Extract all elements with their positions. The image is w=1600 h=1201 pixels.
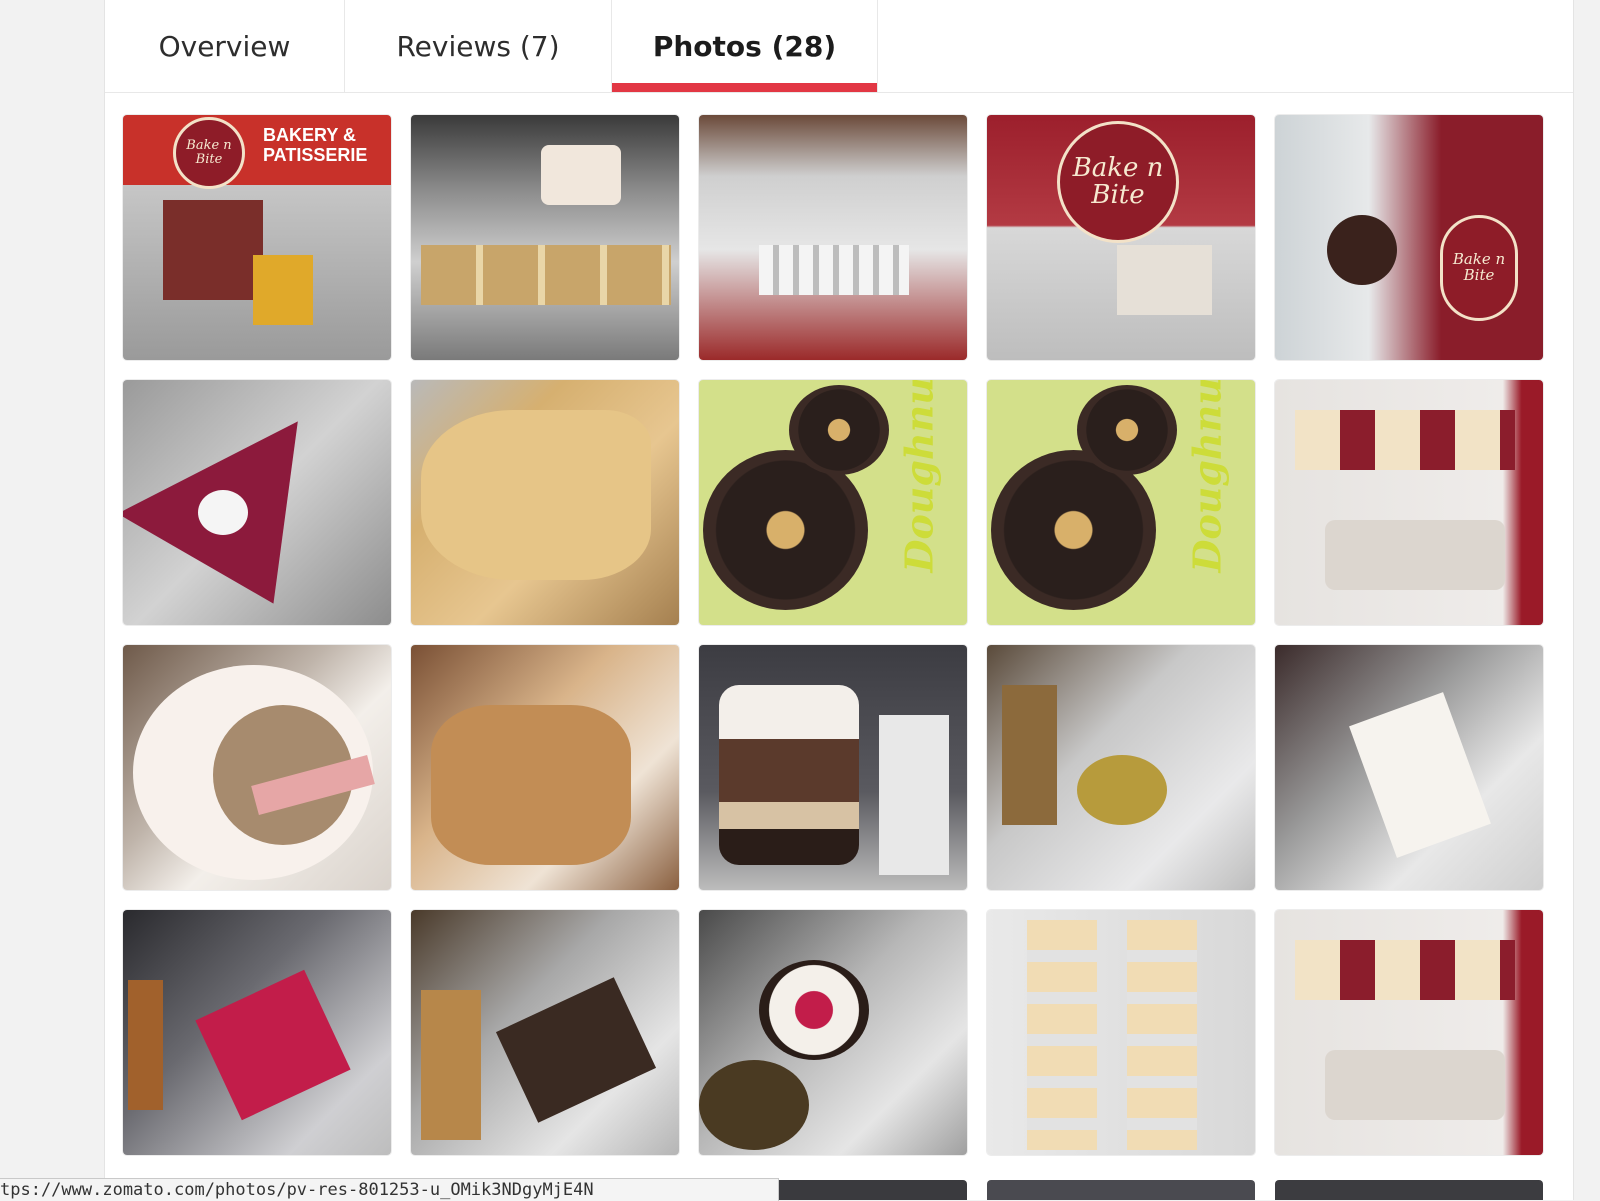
doughnut <box>789 385 889 475</box>
price-tag <box>128 980 163 1110</box>
photo-thumbnail[interactable] <box>987 1180 1255 1200</box>
packaged-cookies <box>1027 920 1097 1150</box>
photo-thumbnail[interactable] <box>987 645 1255 890</box>
glass-shelf <box>1325 1050 1505 1120</box>
cake <box>759 960 869 1060</box>
restaurant-panel: Overview Reviews (7) Photos (28) Bake n … <box>104 0 1574 1200</box>
pastry <box>495 977 657 1123</box>
puff-pastry <box>421 410 651 580</box>
photo-thumbnail[interactable] <box>699 645 967 890</box>
photo-thumbnail[interactable] <box>123 910 391 1155</box>
doughnut-text: Doughnuts <box>896 380 942 573</box>
photo-thumbnail[interactable]: Bake n Bite <box>987 115 1255 360</box>
bread-basket <box>431 705 631 865</box>
photo-thumbnail[interactable] <box>699 115 967 360</box>
pastry <box>1077 755 1167 825</box>
photo-thumbnail[interactable] <box>1275 645 1543 890</box>
photo-thumbnail[interactable] <box>1275 910 1543 1155</box>
photo-thumbnail[interactable] <box>411 115 679 360</box>
cream-dollop <box>198 490 248 535</box>
pineapple-cake <box>1349 692 1491 858</box>
sign-text: BAKERY & PATISSERIE <box>263 125 368 165</box>
tab-overview[interactable]: Overview <box>105 0 345 92</box>
yellow-railing <box>253 255 313 325</box>
logo-text: Bake n Bite <box>1072 152 1164 210</box>
photo-thumbnail[interactable] <box>411 645 679 890</box>
photo-thumbnail[interactable]: Bake n Bite <box>1275 115 1543 360</box>
pastry <box>699 1060 809 1150</box>
cake-slice <box>195 969 351 1121</box>
photo-thumbnail[interactable] <box>411 380 679 625</box>
doughnut-text: Doughnuts <box>1184 380 1230 573</box>
tab-reviews[interactable]: Reviews (7) <box>345 0 612 92</box>
pastry-tray <box>421 245 671 305</box>
photo-thumbnail[interactable] <box>699 910 967 1155</box>
photo-thumbnail[interactable] <box>123 645 391 890</box>
dessert-glass <box>719 685 859 865</box>
cake <box>541 145 621 205</box>
tab-bar: Overview Reviews (7) Photos (28) <box>105 0 1573 93</box>
bakery-logo: Bake n Bite <box>173 117 245 189</box>
tab-photos[interactable]: Photos (28) <box>612 0 878 92</box>
bakery-logo: Bake n Bite <box>1057 121 1179 243</box>
photo-thumbnail[interactable]: Doughnuts <box>987 380 1255 625</box>
photo-thumbnail[interactable] <box>987 910 1255 1155</box>
photo-thumbnail[interactable] <box>1275 1180 1543 1200</box>
price-tag <box>421 990 481 1140</box>
packaged-bread <box>1295 940 1515 1000</box>
notice-board <box>1117 245 1212 315</box>
photo-thumbnail[interactable] <box>1275 380 1543 625</box>
cake <box>1327 215 1397 285</box>
cupcakes <box>759 245 909 295</box>
status-bar-url: tps://www.zomato.com/photos/pv-res-80125… <box>0 1178 779 1201</box>
logo-text: Bake n Bite <box>186 138 232 167</box>
glass-shelf <box>1325 520 1505 590</box>
pastry-plate <box>879 715 949 875</box>
logo-text: Bake n Bite <box>1452 250 1506 284</box>
photo-thumbnail[interactable]: Doughnuts <box>699 380 967 625</box>
photo-thumbnail[interactable]: Bake n Bite BAKERY & PATISSERIE <box>123 115 391 360</box>
cake-slice <box>123 380 359 604</box>
chocolate-box <box>1002 685 1057 825</box>
doughnut <box>1077 385 1177 475</box>
packaged-cookies <box>1127 920 1197 1150</box>
packaged-bread <box>1295 410 1515 470</box>
bakery-logo: Bake n Bite <box>1440 215 1518 321</box>
shop-door <box>163 200 263 300</box>
photo-thumbnail[interactable] <box>123 380 391 625</box>
photo-thumbnail[interactable] <box>411 910 679 1155</box>
